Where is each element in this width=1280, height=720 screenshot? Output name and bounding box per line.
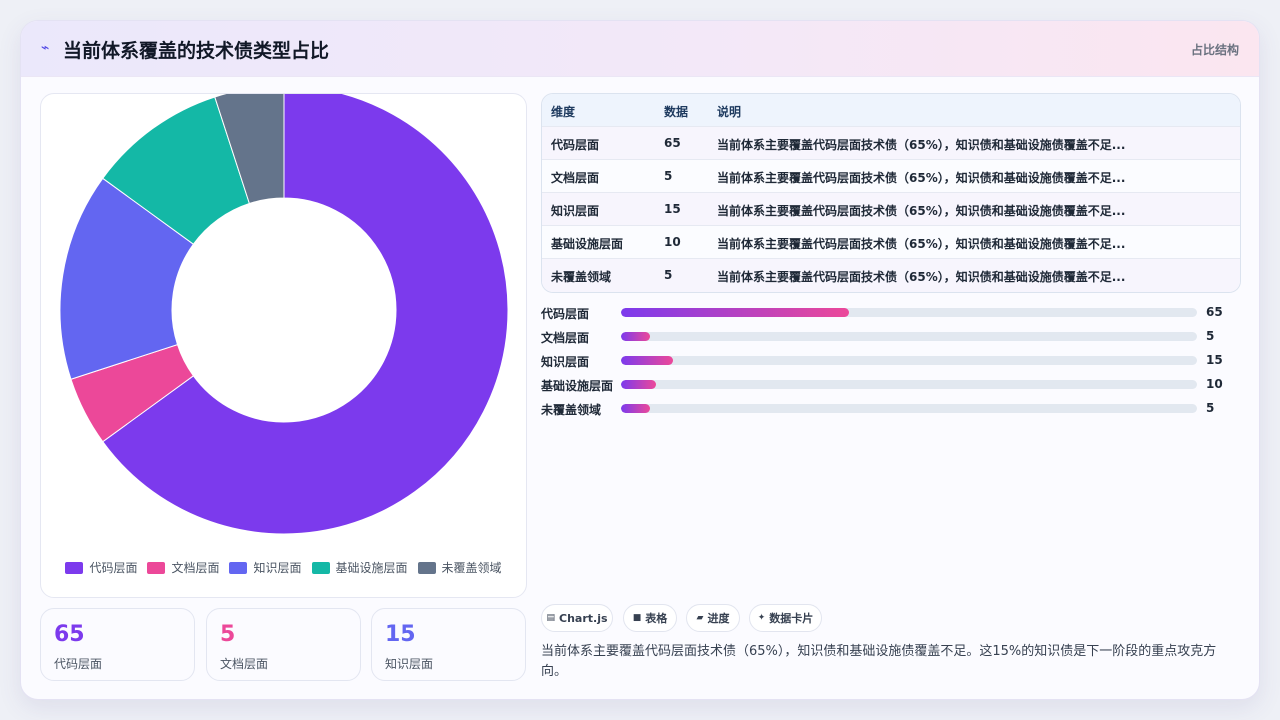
- progress-track: [621, 332, 1197, 341]
- table-row: 文档层面 5 当前体系主要覆盖代码层面技术债（65%），知识债和基础设施债覆盖不…: [542, 160, 1240, 193]
- kpi-value: 5: [220, 622, 236, 647]
- chart-legend: 代码层面 文档层面 知识层面 基础设施层面 未覆盖领域: [41, 559, 526, 576]
- progress-fill: [621, 404, 650, 413]
- progress-fill: [621, 380, 656, 389]
- table-cell: 65: [664, 136, 681, 150]
- chart-icon: ▤: [546, 613, 555, 623]
- table-cell: 当前体系主要覆盖代码层面技术债（65%），知识债和基础设施债覆盖不足...: [717, 204, 1126, 218]
- legend-swatch: [311, 561, 330, 574]
- table-row: 知识层面 15 当前体系主要覆盖代码层面技术债（65%），知识债和基础设施债覆盖…: [542, 193, 1240, 226]
- kpi-label: 文档层面: [220, 657, 269, 671]
- progress-label: 文档层面: [541, 331, 590, 345]
- table-cell: 基础设施层面: [551, 237, 624, 251]
- progress-value: 5: [1206, 329, 1215, 343]
- chip-chartjs[interactable]: ▤ Chart.js: [541, 604, 613, 632]
- table-row: 代码层面 65 当前体系主要覆盖代码层面技术债（65%），知识债和基础设施债覆盖…: [542, 127, 1240, 160]
- legend-item[interactable]: 知识层面: [229, 559, 302, 576]
- table-header-cell: 说明: [717, 105, 742, 119]
- legend-label: 代码层面: [89, 561, 138, 575]
- progress-row: 文档层面 5: [541, 327, 1241, 345]
- kpi-card-2: 5 文档层面: [206, 608, 361, 681]
- table-cell: 5: [664, 268, 673, 282]
- chip-label: 进度: [707, 612, 730, 625]
- legend-swatch: [229, 561, 248, 574]
- progress-row: 基础设施层面 10: [541, 375, 1241, 393]
- chip-label: 表格: [645, 612, 668, 625]
- progress-fill: [621, 356, 673, 365]
- table-cell: 15: [664, 202, 681, 216]
- table-header-cell: 数据: [664, 105, 689, 119]
- chip-progress[interactable]: ▰ 进度: [686, 604, 740, 632]
- progress-track: [621, 308, 1197, 317]
- table-cell: 文档层面: [551, 171, 600, 185]
- table-row: 未覆盖领域 5 当前体系主要覆盖代码层面技术债（65%），知识债和基础设施债覆盖…: [542, 259, 1240, 292]
- data-table: 维度 数据 说明 代码层面 65 当前体系主要覆盖代码层面技术债（65%），知识…: [541, 93, 1241, 293]
- sparkle-icon: ✦: [757, 613, 766, 623]
- progress-value: 5: [1206, 401, 1215, 415]
- table-header-row: 维度 数据 说明: [542, 94, 1240, 127]
- progress-value: 65: [1206, 305, 1223, 319]
- header-tag: 占比结构: [1190, 43, 1239, 57]
- legend-label: 未覆盖领域: [441, 561, 502, 575]
- chip-table[interactable]: ■ 表格: [623, 604, 677, 632]
- progress-fill: [621, 308, 849, 317]
- progress-fill: [621, 332, 650, 341]
- summary-text: 当前体系主要覆盖代码层面技术债（65%），知识债和基础设施债覆盖不足。这15%的…: [541, 644, 1217, 679]
- progress-value: 10: [1206, 377, 1223, 391]
- lightning-icon: ⌁: [41, 40, 50, 56]
- table-cell: 当前体系主要覆盖代码层面技术债（65%），知识债和基础设施债覆盖不足...: [717, 171, 1126, 185]
- page-title: 当前体系覆盖的技术债类型占比: [63, 40, 330, 62]
- donut-chart: [59, 94, 509, 535]
- progress-row: 知识层面 15: [541, 351, 1241, 369]
- legend-label: 知识层面: [253, 561, 302, 575]
- card-header: ⌁ 当前体系覆盖的技术债类型占比 占比结构: [21, 21, 1259, 77]
- kpi-value: 15: [385, 622, 416, 647]
- progress-row: 代码层面 65: [541, 303, 1241, 321]
- progress-track: [621, 404, 1197, 413]
- table-icon: ■: [632, 613, 642, 623]
- chip-label: 数据卡片: [769, 612, 814, 625]
- legend-swatch: [147, 561, 166, 574]
- chip-data-card[interactable]: ✦ 数据卡片: [749, 604, 822, 632]
- progress-label: 代码层面: [541, 307, 590, 321]
- progress-value: 15: [1206, 353, 1223, 367]
- progress-label: 未覆盖领域: [541, 403, 602, 417]
- kpi-value: 65: [54, 622, 85, 647]
- legend-swatch: [65, 561, 84, 574]
- table-cell: 5: [664, 169, 673, 183]
- legend-item[interactable]: 代码层面: [65, 559, 137, 576]
- progress-icon: ▰: [696, 613, 704, 623]
- progress-label: 基础设施层面: [541, 379, 614, 393]
- table-cell: 10: [664, 235, 681, 249]
- legend-item[interactable]: 未覆盖领域: [417, 559, 502, 576]
- progress-track: [621, 356, 1197, 365]
- legend-label: 基础设施层面: [335, 561, 408, 575]
- table-cell: 知识层面: [551, 204, 600, 218]
- legend-swatch: [417, 561, 436, 574]
- legend-item[interactable]: 文档层面: [147, 559, 219, 576]
- legend-label: 文档层面: [171, 561, 220, 575]
- table-cell: 代码层面: [551, 138, 600, 152]
- kpi-card-3: 15 知识层面: [371, 608, 526, 681]
- table-cell: 当前体系主要覆盖代码层面技术债（65%），知识债和基础设施债覆盖不足...: [717, 270, 1126, 284]
- main-card: ⌁ 当前体系覆盖的技术债类型占比 占比结构 代码层面 文档层面 知识层面 基础设施层面…: [20, 20, 1260, 700]
- chip-label: Chart.js: [559, 611, 608, 625]
- progress-row: 未覆盖领域 5: [541, 399, 1241, 417]
- table-cell: 当前体系主要覆盖代码层面技术债（65%），知识债和基础设施债覆盖不足...: [717, 138, 1126, 152]
- kpi-label: 代码层面: [54, 657, 103, 671]
- kpi-card-1: 65 代码层面: [40, 608, 195, 681]
- table-cell: 未覆盖领域: [551, 270, 612, 284]
- legend-item[interactable]: 基础设施层面: [311, 559, 408, 576]
- donut-chart-panel: 代码层面 文档层面 知识层面 基础设施层面 未覆盖领域: [40, 93, 527, 598]
- progress-label: 知识层面: [541, 355, 590, 369]
- table-row: 基础设施层面 10 当前体系主要覆盖代码层面技术债（65%），知识债和基础设施债…: [542, 226, 1240, 259]
- kpi-label: 知识层面: [385, 657, 434, 671]
- table-header-cell: 维度: [551, 105, 576, 119]
- progress-track: [621, 380, 1197, 389]
- table-cell: 当前体系主要覆盖代码层面技术债（65%），知识债和基础设施债覆盖不足...: [717, 237, 1126, 251]
